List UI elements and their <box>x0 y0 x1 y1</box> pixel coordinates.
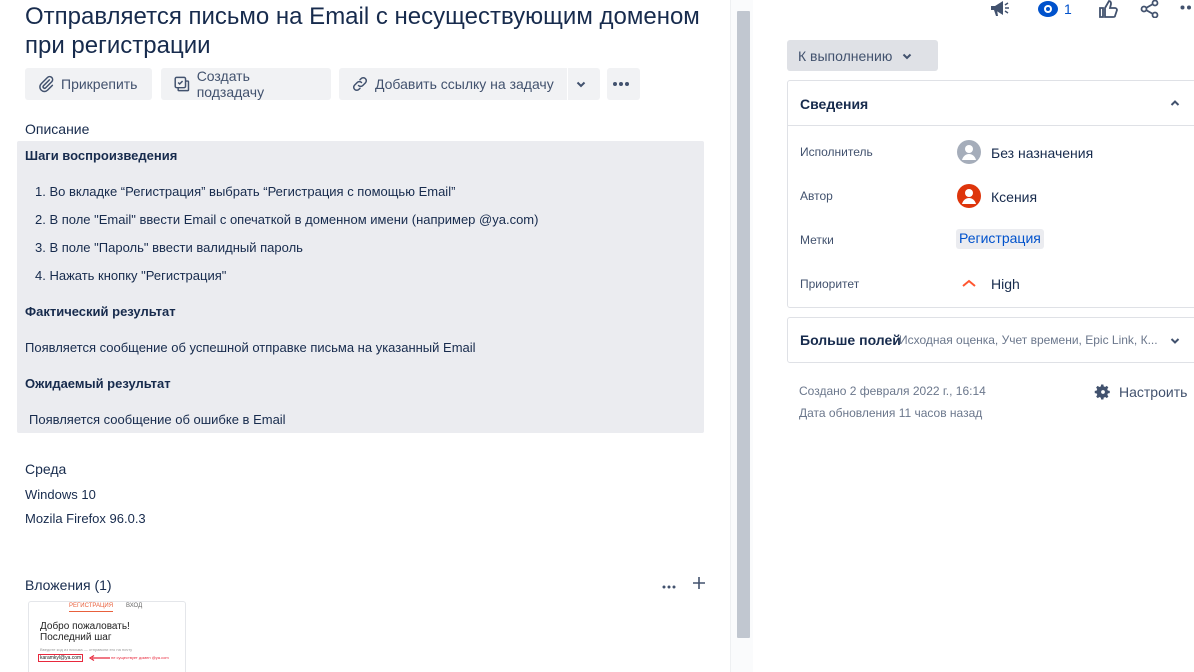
paperclip-icon <box>39 75 54 93</box>
status-dropdown[interactable]: К выполнению <box>787 40 938 71</box>
thumb-email: karamkyl@ya.com <box>38 654 84 662</box>
avatar-icon <box>957 140 981 164</box>
description-label: Описание <box>25 121 90 137</box>
more-icon <box>662 585 676 589</box>
plus-icon <box>693 577 705 589</box>
thumb-welcome: Добро пожаловать! <box>40 621 130 632</box>
environment-line: Mozila Firefox 96.0.3 <box>25 511 146 526</box>
megaphone-icon[interactable] <box>989 0 1011 18</box>
thumb-hint: Введите код из письма — отправили его на… <box>40 647 133 652</box>
status-label: К выполнению <box>798 47 893 64</box>
attachments-label: Вложения (1) <box>25 577 112 593</box>
chevron-down-icon <box>576 81 586 88</box>
more-fields-subtitle: Исходная оценка, Учет времени, Epic Link… <box>899 333 1158 347</box>
thumb-error-note: не существует домен @ya.com <box>111 655 169 660</box>
more-actions-button[interactable] <box>607 68 640 100</box>
step-item: 3. В поле "Пароль" ввести валидный парол… <box>35 240 303 255</box>
chevron-down-icon[interactable] <box>1169 336 1181 346</box>
thumb-tab-login: ВХОД <box>126 603 143 609</box>
assignee-label: Исполнитель <box>800 145 873 159</box>
priority-label: Приоритет <box>800 277 860 291</box>
more-icon[interactable] <box>1180 5 1194 10</box>
environment-label: Среда <box>25 461 67 477</box>
attach-button-label: Прикрепить <box>61 76 138 92</box>
reporter-value[interactable]: Ксения <box>991 189 1037 205</box>
more-icon <box>612 82 629 86</box>
expected-result-heading: Ожидаемый результат <box>25 376 171 391</box>
subtask-icon <box>174 76 190 92</box>
issue-title[interactable]: Отправляется письмо на Email с несуществ… <box>25 2 725 60</box>
configure-button[interactable]: Настроить <box>1094 383 1187 401</box>
eye-icon[interactable] <box>1037 0 1059 18</box>
thumb-arrow-icon <box>88 655 110 661</box>
actual-result-text: Появляется сообщение об успешной отправк… <box>25 340 476 355</box>
add-attachment-button[interactable] <box>692 573 706 596</box>
step-item: 4. Нажать кнопку "Регистрация" <box>35 268 227 283</box>
step-item: 1. Во вкладке “Регистрация” выбрать “Рег… <box>35 184 456 199</box>
assignee-value[interactable]: Без назначения <box>991 145 1093 161</box>
actual-result-heading: Фактический результат <box>25 304 176 319</box>
label-chip[interactable]: Регистрация <box>956 229 1044 249</box>
link-icon <box>352 76 368 92</box>
link-issue-button[interactable]: Добавить ссылку на задачу <box>339 68 567 100</box>
avatar-icon <box>957 184 981 208</box>
details-title: Сведения <box>800 96 869 112</box>
attachment-thumbnail[interactable]: РЕГИСТРАЦИЯ ВХОД Добро пожаловать! После… <box>28 601 186 672</box>
configure-label: Настроить <box>1119 384 1188 400</box>
create-subtask-button[interactable]: Создать подзадачу <box>161 68 331 100</box>
thumb-step: Последний шаг <box>40 632 112 643</box>
environment-line: Windows 10 <box>25 487 96 502</box>
attachments-more-button[interactable] <box>662 576 676 592</box>
description-body[interactable]: Шаги воспроизведения 1. Во вкладке “Реги… <box>17 141 704 433</box>
step-item: 2. В поле "Email" ввести Email с опечатк… <box>35 212 539 227</box>
expected-result-text: Появляется сообщение об ошибке в Email <box>29 412 286 427</box>
created-date: Создано 2 февраля 2022 г., 16:14 <box>799 384 986 398</box>
priority-high-icon <box>962 279 976 287</box>
like-icon[interactable] <box>1098 0 1118 18</box>
gear-icon <box>1094 384 1110 400</box>
chevron-up-icon[interactable] <box>1169 98 1181 108</box>
thumb-tab-register: РЕГИСТРАЦИЯ <box>69 603 114 612</box>
steps-heading: Шаги воспроизведения <box>25 148 178 163</box>
link-issue-dropdown[interactable] <box>568 68 600 100</box>
attach-button[interactable]: Прикрепить <box>25 68 152 100</box>
scrollbar-thumb[interactable] <box>737 11 750 638</box>
reporter-label: Автор <box>800 189 833 203</box>
create-subtask-label: Создать подзадачу <box>196 68 265 100</box>
priority-value[interactable]: High <box>991 276 1020 292</box>
more-fields-title: Больше полей <box>800 332 901 348</box>
chevron-down-icon <box>903 53 912 59</box>
share-icon[interactable] <box>1140 0 1160 18</box>
link-issue-label: Добавить ссылку на задачу <box>375 76 554 92</box>
updated-date: Дата обновления 11 часов назад <box>799 406 983 420</box>
labels-label: Метки <box>800 233 834 247</box>
watchers-count[interactable]: 1 <box>1064 1 1072 17</box>
